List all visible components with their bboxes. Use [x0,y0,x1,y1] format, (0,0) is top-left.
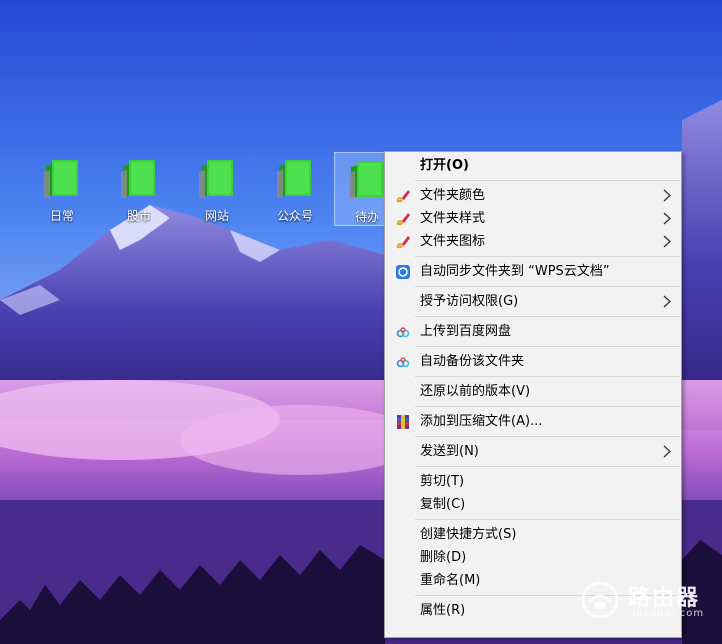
menu-item-label: 发送到(N) [420,444,479,459]
menu-item[interactable]: 发送到(N) [385,440,681,463]
menu-item-label: 授予访问权限(G) [420,294,519,309]
menu-item[interactable]: 添加到压缩文件(A)... [385,410,681,433]
menu-item-label: 删除(D) [420,550,467,565]
paint-brush-icon [396,213,410,226]
menu-item-label: 自动备份该文件夹 [420,354,525,369]
menu-separator [415,466,680,467]
desktop-folder-label: 公众号 [276,209,313,223]
desktop-folder-wangzhan[interactable]: 网站 [185,152,249,226]
menu-item[interactable]: 文件夹样式 [385,207,681,230]
menu-item[interactable]: 文件夹图标 [385,230,681,253]
menu-item-label: 还原以前的版本(V) [420,384,531,399]
chevron-right-icon [663,212,671,225]
menu-item-label: 文件夹颜色 [420,188,486,203]
menu-item-label: 文件夹样式 [420,211,486,226]
menu-item-label: 文件夹图标 [420,234,486,249]
menu-separator [415,436,680,437]
menu-item[interactable]: 文件夹颜色 [385,184,681,207]
baidu-netdisk-icon [396,327,410,338]
menu-item-label: 复制(C) [420,497,466,512]
winrar-archive-icon [397,415,409,429]
context-menu: 打开(O) 文件夹颜色文件夹样式文件夹图标自动同步文件夹到 “WPS云文档” 授予访… [384,151,682,638]
menu-separator [415,286,680,287]
menu-item[interactable]: 授予访问权限(G) [385,290,681,313]
chevron-right-icon [663,235,671,248]
menu-separator [415,180,680,181]
menu-separator [415,316,680,317]
menu-item[interactable]: 打开(O) [385,154,681,177]
desktop-folder-label: 股市 [126,209,151,223]
desktop-folder-gushi[interactable]: 股市 [107,152,171,226]
folder-icon [277,160,311,198]
watermark-subtitle: luyouqi.com [632,608,705,619]
menu-separator [415,519,680,520]
menu-item[interactable]: 还原以前的版本(V) [385,380,681,403]
chevron-right-icon [663,189,671,202]
menu-item-label: 剪切(T) [420,474,465,489]
menu-item[interactable]: 删除(D) [385,546,681,569]
wps-cloud-sync-icon [396,265,410,279]
menu-item-label: 属性(R) [420,603,466,618]
menu-item[interactable]: 剪切(T) [385,470,681,493]
router-logo-icon [581,581,619,619]
menu-item-label: 创建快捷方式(S) [420,527,517,542]
paint-brush-icon [396,190,410,203]
paint-brush-icon [396,236,410,249]
folder-icon [44,160,78,198]
menu-item-label: 打开(O) [420,158,469,173]
menu-item[interactable]: 复制(C) [385,493,681,516]
desktop-folder-richang[interactable]: 日常 [30,152,94,226]
folder-icon [121,160,155,198]
menu-separator [415,376,680,377]
menu-item-label: 自动同步文件夹到 “WPS云文档” [420,264,610,279]
menu-separator [415,346,680,347]
menu-item[interactable]: 创建快捷方式(S) [385,523,681,546]
chevron-right-icon [663,295,671,308]
folder-icon [199,160,233,198]
menu-item-label: 添加到压缩文件(A)... [420,414,543,429]
menu-separator [415,406,680,407]
menu-item[interactable]: 自动备份该文件夹 [385,350,681,373]
folder-icon [349,161,383,199]
menu-separator [415,256,680,257]
menu-item[interactable]: 自动同步文件夹到 “WPS云文档” [385,260,681,283]
watermark: 路由器 luyouqi.com [580,578,720,628]
desktop-folder-gongzhonghao[interactable]: 公众号 [263,152,327,226]
menu-item-label: 上传到百度网盘 [420,324,512,339]
desktop[interactable]: 日常 股市 网站 公众号 待办 打开(O) 文件夹颜色 文件夹样式 文件夹图标 … [0,0,722,644]
desktop-folder-label: 网站 [204,209,229,223]
menu-item[interactable]: 上传到百度网盘 [385,320,681,343]
desktop-folder-label: 日常 [49,209,74,223]
baidu-netdisk-icon [396,357,410,368]
menu-item-label: 重命名(M) [420,573,481,588]
chevron-right-icon [663,445,671,458]
